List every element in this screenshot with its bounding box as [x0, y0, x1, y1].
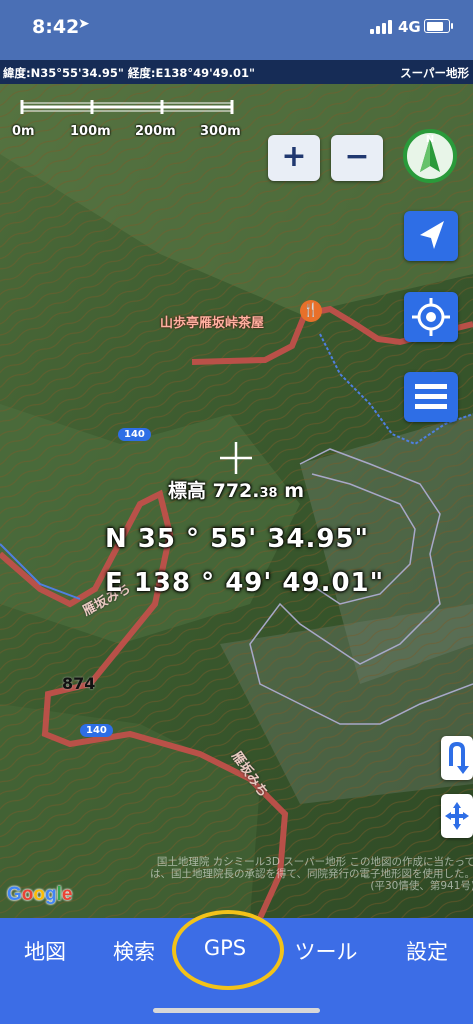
scale-label: 100m: [70, 124, 111, 139]
location-services-icon: ➤: [78, 16, 90, 32]
zoom-in-button[interactable]: +: [268, 135, 320, 181]
u-turn-button[interactable]: [441, 736, 473, 780]
elevation-value: 標高 772.: [168, 480, 260, 502]
zoom-out-button[interactable]: −: [331, 135, 383, 181]
cellular-signal-icon: [370, 20, 392, 34]
gps-target-button[interactable]: [404, 292, 458, 342]
route-badge: 140: [118, 428, 151, 441]
coordinate-readout: 緯度:N35°55'34.95" 経度:E138°49'49.01": [3, 66, 255, 80]
coordinate-bar: 緯度:N35°55'34.95" 経度:E138°49'49.01" スーパー地…: [0, 60, 473, 84]
compass-north-label: N: [426, 134, 434, 145]
restaurant-pin-icon[interactable]: 🍴: [300, 300, 322, 322]
compass-icon[interactable]: N: [402, 128, 458, 184]
hamburger-menu-icon: [415, 384, 447, 409]
status-time: 8:42: [32, 16, 80, 38]
elevation-unit: m: [277, 480, 305, 502]
u-turn-icon: [449, 741, 469, 774]
elevation-decimal: 38: [259, 486, 278, 501]
latitude-readout: N 35 ° 55' 34.95": [105, 524, 370, 554]
scale-bar-graphic: [20, 100, 234, 114]
google-logo: Google: [7, 884, 73, 905]
spot-height-label: 874: [62, 674, 96, 693]
menu-button[interactable]: [404, 372, 458, 422]
tab-map[interactable]: 地図: [0, 936, 90, 966]
network-type: 4G: [398, 18, 421, 36]
scale-label: 0m: [12, 124, 35, 139]
route-badge: 140: [80, 724, 113, 737]
poi-label-teahouse[interactable]: 山歩亭雁坂峠茶屋: [160, 312, 264, 331]
move-arrows-icon: [445, 802, 469, 830]
scale-label: 200m: [135, 124, 176, 139]
elevation-readout: 標高 772.38 m: [168, 476, 304, 503]
map-view[interactable]: 🍴 山歩亭雁坂峠茶屋 140 140 雁坂みち 雁坂みち 874 標高 772.…: [0, 84, 473, 918]
map-attribution: 国土地理院 カシミール3D スーパー地形 この地図の作成に当たっては、国土地理院…: [150, 856, 473, 892]
pan-mode-button[interactable]: [441, 794, 473, 838]
longitude-readout: E 138 ° 49' 49.01": [105, 568, 385, 598]
tab-tools[interactable]: ツール: [281, 936, 371, 966]
battery-icon: [424, 19, 453, 33]
target-icon: [412, 298, 450, 336]
tab-search[interactable]: 検索: [89, 936, 179, 966]
map-type-label[interactable]: スーパー地形: [400, 65, 469, 81]
home-indicator[interactable]: [153, 1008, 320, 1013]
navigation-arrow-icon: [420, 221, 444, 249]
scale-label: 300m: [200, 124, 241, 139]
tab-settings[interactable]: 設定: [382, 936, 472, 966]
current-location-button[interactable]: [404, 211, 458, 261]
gps-highlight-ring: [172, 910, 284, 990]
status-bar: 8:42 ➤ 4G: [0, 0, 473, 60]
center-crosshair-icon: [220, 442, 252, 474]
